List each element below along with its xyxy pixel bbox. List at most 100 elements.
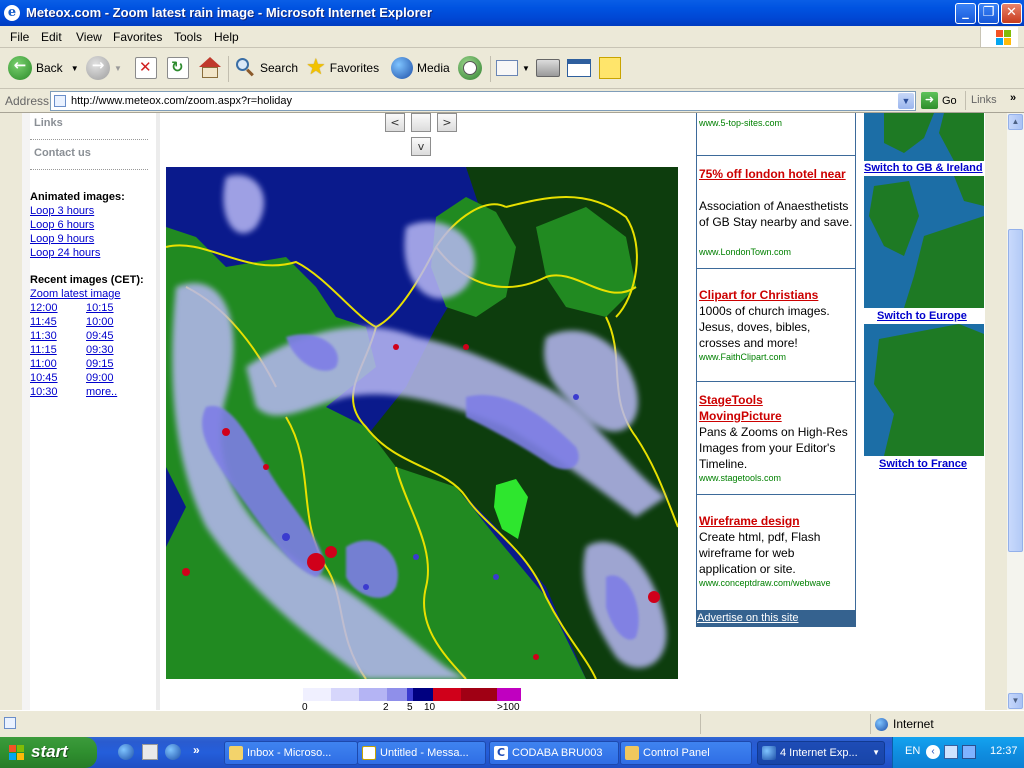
scroll-up-icon[interactable]: ▲: [1008, 114, 1023, 130]
task-internet-explorer-group[interactable]: 4 Internet Exp... ▼: [757, 741, 885, 765]
quicklaunch-browser-icon[interactable]: [165, 744, 181, 760]
title-bar[interactable]: e Meteox.com - Zoom latest rain image - …: [0, 0, 1024, 26]
recent-time-link[interactable]: 09:00: [86, 372, 114, 384]
loop-6-hours-link[interactable]: Loop 6 hours: [30, 219, 94, 231]
recent-time-link[interactable]: 11:30: [30, 330, 57, 342]
back-button[interactable]: ← Back ▼: [8, 55, 79, 81]
menu-help[interactable]: Help: [214, 30, 239, 44]
recent-time-link[interactable]: 11:15: [30, 344, 57, 356]
tray-network-icon[interactable]: [944, 745, 958, 759]
switch-gb-ireland-link[interactable]: Switch to GB & Ireland: [864, 162, 983, 174]
links-toolbar-button[interactable]: Links: [965, 91, 997, 110]
forward-button[interactable]: → ▼: [86, 55, 122, 81]
recent-time-link[interactable]: 10:45: [30, 372, 58, 384]
ad-item[interactable]: 75% off london hotel near Association of…: [697, 156, 855, 269]
ad-url[interactable]: www.conceptdraw.com/webwave: [699, 578, 831, 588]
recent-time-link[interactable]: 10:15: [86, 302, 114, 314]
go-button[interactable]: ➜ Go: [921, 92, 957, 109]
nav-links[interactable]: Links: [34, 117, 63, 129]
edit-button[interactable]: [567, 55, 591, 81]
recent-time-link[interactable]: 11:45: [30, 316, 57, 328]
pan-left-button[interactable]: <: [385, 113, 405, 132]
ad-title[interactable]: Clipart for Christians: [699, 287, 849, 303]
recent-time-link[interactable]: 10:30: [30, 386, 58, 398]
links-chevron-icon[interactable]: »: [1010, 92, 1016, 104]
menu-favorites[interactable]: Favorites: [113, 30, 162, 44]
mail-button[interactable]: ▼: [496, 55, 530, 81]
ad-url[interactable]: www.stagetools.com: [699, 473, 781, 483]
recent-time-link[interactable]: 09:15: [86, 358, 114, 370]
task-untitled-message[interactable]: Untitled - Messa...: [357, 741, 486, 765]
menu-view[interactable]: View: [76, 30, 102, 44]
zoom-latest-image-link[interactable]: Zoom latest image: [30, 288, 120, 300]
gb-ireland-map-thumbnail[interactable]: [864, 113, 984, 161]
france-map-thumbnail[interactable]: [864, 324, 984, 456]
tray-back-icon[interactable]: ‹: [926, 745, 940, 759]
close-button[interactable]: ✕: [1001, 3, 1022, 24]
media-button[interactable]: Media: [391, 55, 450, 81]
ad-title[interactable]: Wireframe design: [699, 513, 849, 529]
minimize-button[interactable]: _: [955, 3, 976, 24]
address-input[interactable]: http://www.meteox.com/zoom.aspx?r=holida…: [50, 91, 916, 111]
loop-3-hours-link[interactable]: Loop 3 hours: [30, 205, 94, 217]
stop-button[interactable]: ✕: [135, 55, 157, 81]
mail-dropdown-icon[interactable]: ▼: [522, 64, 530, 73]
nav-contact-us[interactable]: Contact us: [34, 147, 91, 159]
recent-time-link[interactable]: 09:45: [86, 330, 114, 342]
ad-item[interactable]: StageTools MovingPicture Pans & Zooms on…: [697, 382, 855, 495]
switch-france-link[interactable]: Switch to France: [879, 458, 967, 470]
menu-edit[interactable]: Edit: [41, 30, 62, 44]
pan-down-button[interactable]: v: [411, 137, 431, 156]
switch-europe-link[interactable]: Switch to Europe: [877, 310, 967, 322]
restore-button[interactable]: ❐: [978, 3, 999, 24]
recent-time-link[interactable]: 09:30: [86, 344, 114, 356]
ad-url[interactable]: www.5-top-sites.com: [699, 118, 782, 128]
ad-title[interactable]: StageTools MovingPicture: [699, 392, 819, 424]
address-dropdown-icon[interactable]: ▼: [898, 93, 914, 109]
scroll-down-icon[interactable]: ▼: [1008, 693, 1023, 709]
scrollbar-thumb[interactable]: [1008, 229, 1023, 552]
task-control-panel[interactable]: Control Panel: [620, 741, 752, 765]
task-codaba[interactable]: C CODABA BRU003: [489, 741, 619, 765]
ad-url[interactable]: www.FaithClipart.com: [699, 352, 786, 362]
tray-monitor-icon[interactable]: [962, 745, 976, 759]
recent-time-link[interactable]: 10:00: [86, 316, 114, 328]
menu-file[interactable]: File: [10, 30, 29, 44]
europe-map-thumbnail[interactable]: [864, 176, 984, 308]
messenger-button[interactable]: [599, 55, 621, 81]
recent-time-link[interactable]: 12:00: [30, 302, 58, 314]
clock[interactable]: 12:37: [990, 745, 1018, 757]
back-dropdown-icon[interactable]: ▼: [71, 64, 79, 73]
search-button[interactable]: Search: [234, 55, 298, 81]
start-button[interactable]: start: [0, 737, 97, 768]
forward-dropdown-icon[interactable]: ▼: [114, 64, 122, 73]
vertical-scrollbar[interactable]: ▲ ▼: [1007, 113, 1024, 710]
loop-24-hours-link[interactable]: Loop 24 hours: [30, 247, 100, 259]
quicklaunch-more-icon[interactable]: »: [193, 743, 200, 757]
ad-item[interactable]: Clipart for Christians 1000s of church i…: [697, 269, 855, 382]
pan-up-button[interactable]: [411, 113, 431, 132]
star-icon: ★: [306, 55, 326, 80]
quicklaunch-ie-icon[interactable]: [118, 744, 134, 760]
quicklaunch-notepad-icon[interactable]: [142, 744, 158, 760]
menu-tools[interactable]: Tools: [174, 30, 202, 44]
refresh-button[interactable]: ↻: [167, 55, 189, 81]
legend-label-5: 5: [407, 702, 413, 710]
language-indicator[interactable]: EN: [905, 745, 920, 757]
recent-time-link[interactable]: 11:00: [30, 358, 57, 370]
advertise-link[interactable]: Advertise on this site: [696, 610, 856, 627]
ad-title[interactable]: 75% off london hotel near: [699, 166, 849, 182]
task-inbox[interactable]: Inbox - Microso...: [224, 741, 358, 765]
favorites-button[interactable]: ★ Favorites: [306, 55, 379, 81]
loop-9-hours-link[interactable]: Loop 9 hours: [30, 233, 94, 245]
ad-item[interactable]: www.5-top-sites.com: [697, 113, 855, 156]
history-button[interactable]: [458, 55, 482, 81]
ad-url[interactable]: www.LondonTown.com: [699, 247, 791, 257]
legend-label-0: 0: [302, 702, 308, 710]
ad-item[interactable]: Wireframe design Create html, pdf, Flash…: [697, 495, 855, 610]
home-button[interactable]: [198, 55, 222, 81]
print-button[interactable]: [536, 55, 560, 81]
more-times-link[interactable]: more..: [86, 386, 117, 398]
rain-radar-map[interactable]: [166, 167, 678, 679]
pan-right-button[interactable]: >: [437, 113, 457, 132]
